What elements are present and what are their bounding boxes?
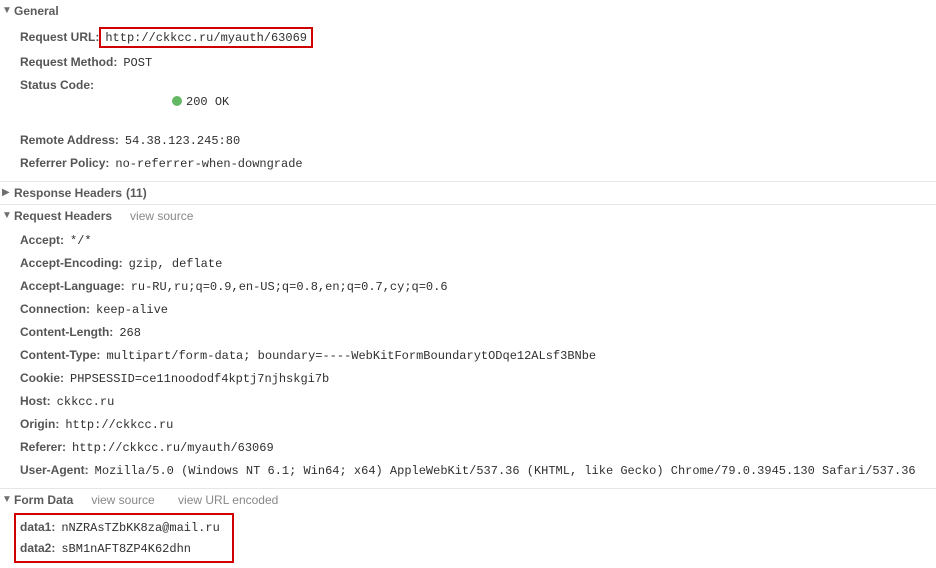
label-referer: Referer: — [20, 439, 66, 455]
row-referrer-policy: Referrer Policy: no-referrer-when-downgr… — [20, 152, 936, 175]
label-data2: data2: — [20, 540, 55, 556]
value-data1: nNZRAsTZbKK8za@mail.ru — [61, 520, 219, 536]
label-status-code: Status Code: — [20, 77, 94, 93]
section-form-data-links: view source view URL encoded — [91, 493, 298, 507]
value-accept-language: ru-RU,ru;q=0.9,en-US;q=0.8,en;q=0.7,cy;q… — [131, 279, 448, 295]
label-cookie: Cookie: — [20, 370, 64, 386]
link-view-source[interactable]: view source — [130, 209, 193, 223]
section-request-headers: ▼ Request Headers view source Accept: */… — [0, 204, 936, 488]
value-content-length: 268 — [119, 325, 141, 341]
value-status-code: 200 OK — [100, 78, 229, 126]
triangle-down-icon: ▼ — [2, 211, 12, 221]
label-connection: Connection: — [20, 301, 90, 317]
label-host: Host: — [20, 393, 51, 409]
label-content-type: Content-Type: — [20, 347, 100, 363]
link-view-url-encoded[interactable]: view URL encoded — [178, 493, 278, 507]
label-origin: Origin: — [20, 416, 59, 432]
row-origin: Origin: http://ckkcc.ru — [20, 413, 936, 436]
row-content-length: Content-Length: 268 — [20, 321, 936, 344]
row-data2: data2: sBM1nAFT8ZP4K62dhn — [20, 538, 220, 559]
label-accept-language: Accept-Language: — [20, 278, 125, 294]
section-form-data-title: Form Data — [14, 493, 73, 507]
value-accept-encoding: gzip, deflate — [129, 256, 223, 272]
section-general-header[interactable]: ▼ General — [0, 0, 936, 22]
value-origin: http://ckkcc.ru — [65, 417, 173, 433]
value-referrer-policy: no-referrer-when-downgrade — [115, 156, 302, 172]
network-headers-panel: ▼ General Request URL: http://ckkcc.ru/m… — [0, 0, 936, 568]
highlight-request-url: http://ckkcc.ru/myauth/63069 — [99, 27, 313, 48]
label-remote-address: Remote Address: — [20, 132, 119, 148]
row-user-agent: User-Agent: Mozilla/5.0 (Windows NT 6.1;… — [20, 459, 936, 482]
row-host: Host: ckkcc.ru — [20, 390, 936, 413]
row-cookie: Cookie: PHPSESSID=ce11noododf4kptj7njhsk… — [20, 367, 936, 390]
row-connection: Connection: keep-alive — [20, 298, 936, 321]
value-remote-address: 54.38.123.245:80 — [125, 133, 240, 149]
section-form-data-header[interactable]: ▼ Form Data view source view URL encoded — [0, 489, 936, 511]
value-content-type: multipart/form-data; boundary=----WebKit… — [106, 348, 596, 364]
row-remote-address: Remote Address: 54.38.123.245:80 — [20, 129, 936, 152]
section-response-headers-header[interactable]: ▶ Response Headers (11) — [0, 182, 936, 204]
label-referrer-policy: Referrer Policy: — [20, 155, 109, 171]
section-form-data: ▼ Form Data view source view URL encoded… — [0, 488, 936, 563]
triangle-right-icon: ▶ — [2, 188, 12, 198]
row-accept-language: Accept-Language: ru-RU,ru;q=0.9,en-US;q=… — [20, 275, 936, 298]
status-dot-icon — [172, 96, 182, 106]
section-request-headers-rows: Accept: */* Accept-Encoding: gzip, defla… — [0, 227, 936, 488]
value-cookie: PHPSESSID=ce11noododf4kptj7njhskgi7b — [70, 371, 329, 387]
triangle-down-icon: ▼ — [2, 6, 12, 16]
link-view-source[interactable]: view source — [91, 493, 154, 507]
row-accept-encoding: Accept-Encoding: gzip, deflate — [20, 252, 936, 275]
label-user-agent: User-Agent: — [20, 462, 89, 478]
section-general-title: General — [14, 4, 59, 18]
label-request-method: Request Method: — [20, 54, 117, 70]
row-content-type: Content-Type: multipart/form-data; bound… — [20, 344, 936, 367]
label-request-url: Request URL: — [20, 29, 99, 45]
triangle-down-icon: ▼ — [2, 495, 12, 505]
row-accept: Accept: */* — [20, 229, 936, 252]
section-general-rows: Request URL: http://ckkcc.ru/myauth/6306… — [0, 22, 936, 181]
value-host: ckkcc.ru — [57, 394, 115, 410]
value-request-method: POST — [123, 55, 152, 71]
label-data1: data1: — [20, 519, 55, 535]
section-request-headers-title: Request Headers — [14, 209, 112, 223]
highlight-form-data: data1: nNZRAsTZbKK8za@mail.ru data2: sBM… — [14, 513, 234, 563]
section-response-headers-title: Response Headers — [14, 186, 122, 200]
value-data2: sBM1nAFT8ZP4K62dhn — [61, 541, 191, 557]
value-user-agent: Mozilla/5.0 (Windows NT 6.1; Win64; x64)… — [95, 463, 916, 479]
row-status-code: Status Code: 200 OK — [20, 74, 936, 129]
row-data1: data1: nNZRAsTZbKK8za@mail.ru — [20, 517, 220, 538]
label-accept: Accept: — [20, 232, 64, 248]
value-connection: keep-alive — [96, 302, 168, 318]
section-response-headers-count: (11) — [126, 186, 147, 200]
row-referer: Referer: http://ckkcc.ru/myauth/63069 — [20, 436, 936, 459]
value-request-url: http://ckkcc.ru/myauth/63069 — [105, 31, 307, 45]
label-content-length: Content-Length: — [20, 324, 113, 340]
value-referer: http://ckkcc.ru/myauth/63069 — [72, 440, 274, 456]
section-request-headers-links: view source — [130, 209, 213, 223]
value-accept: */* — [70, 233, 92, 249]
row-request-url: Request URL: http://ckkcc.ru/myauth/6306… — [20, 24, 936, 51]
row-request-method: Request Method: POST — [20, 51, 936, 74]
label-accept-encoding: Accept-Encoding: — [20, 255, 123, 271]
status-code-text: 200 OK — [186, 95, 229, 109]
section-request-headers-header[interactable]: ▼ Request Headers view source — [0, 205, 936, 227]
section-general: ▼ General Request URL: http://ckkcc.ru/m… — [0, 0, 936, 181]
section-response-headers: ▶ Response Headers (11) — [0, 181, 936, 204]
